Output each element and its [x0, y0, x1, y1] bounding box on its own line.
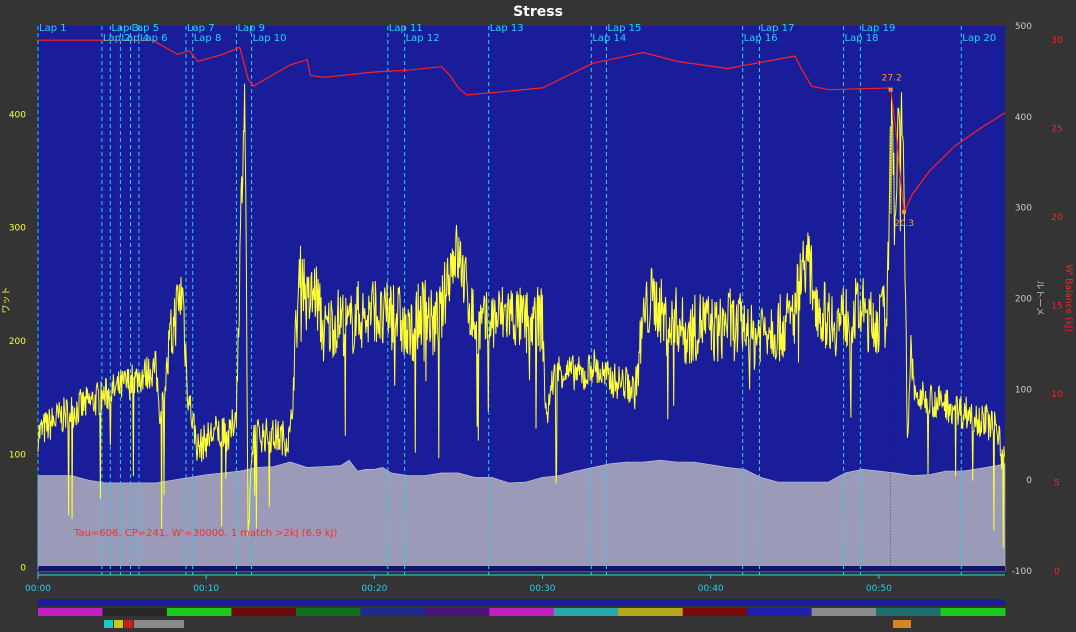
y-right2-tick-label: 0: [1054, 567, 1060, 577]
y-right1-tick-label: 400: [1015, 113, 1032, 123]
y-right1-tick-label: 200: [1015, 295, 1032, 305]
x-tick-label: 00:40: [698, 584, 724, 594]
zone-bar-segment: [682, 608, 748, 616]
y-right2-tick-label: 15: [1051, 302, 1062, 312]
y-right2-tick-label: 25: [1051, 125, 1062, 135]
lap-label: Lap 8: [194, 33, 222, 44]
y-right1-tick-label: 0: [1026, 476, 1032, 486]
y-right2-tick-label: 30: [1051, 36, 1063, 46]
y-right1-tick-label: 500: [1015, 22, 1032, 32]
chart-title: Stress: [513, 4, 563, 20]
x-tick-label: 00:50: [866, 584, 892, 594]
y-right1-axis-title: ルトーメ: [1034, 280, 1044, 316]
zone-bar-segment: [876, 608, 942, 616]
lap-label: Lap 1: [39, 23, 67, 34]
zone-bar-segment: [360, 608, 426, 616]
x-tick-label: 00:30: [530, 584, 556, 594]
zone-bar-segment: [166, 608, 232, 616]
x-tick-label: 00:20: [361, 584, 387, 594]
wbal-marker-label: 27.2: [882, 74, 902, 84]
lap-label: Lap 16: [744, 33, 778, 44]
secondary-bar-segment: [134, 620, 184, 628]
lap-label: Lap 18: [845, 33, 879, 44]
x-tick-label: 00:10: [193, 584, 219, 594]
zone-bar-segment: [295, 608, 361, 616]
y-right2-tick-label: 10: [1051, 390, 1063, 400]
wbal-marker: [902, 209, 907, 214]
lap-label: Lap 10: [253, 33, 287, 44]
zone-bar-segment: [231, 608, 297, 616]
y-right1-tick-label: -100: [1012, 567, 1033, 577]
zone-bar-segment: [553, 608, 619, 616]
lap-label: Lap 17: [760, 23, 794, 34]
zone-bar-segment: [940, 608, 1006, 616]
lap-label: Lap 14: [592, 33, 626, 44]
zone-bar-segment: [424, 608, 490, 616]
secondary-bar-segment: [114, 620, 123, 628]
secondary-bar-segment: [104, 620, 113, 628]
y-left-tick-label: 200: [9, 337, 26, 347]
wbal-annotation: Tau=606, CP=241, W'=30000, 1 match >2kJ …: [73, 528, 337, 539]
zone-bar-segment: [747, 608, 813, 616]
y-left-tick-label: 0: [20, 564, 26, 574]
zone-bar-segment: [38, 608, 103, 616]
zone-bar-segment: [489, 608, 555, 616]
y-left-tick-label: 400: [9, 110, 26, 120]
lap-label: Lap 15: [607, 23, 641, 34]
secondary-bar-segment: [893, 620, 911, 628]
y-right2-tick-label: 5: [1054, 479, 1060, 489]
lap-label: Lap 20: [962, 33, 996, 44]
y-left-tick-label: 100: [9, 450, 26, 460]
lap-label: Lap 12: [406, 33, 440, 44]
y-right1-tick-label: 100: [1015, 385, 1032, 395]
wbal-marker-label: 20.3: [894, 219, 914, 229]
zone-bar-segment: [811, 608, 877, 616]
y-right2-axis-title: W' Balance (kJ): [1063, 264, 1073, 332]
secondary-bar-segment: [124, 620, 133, 628]
lap-label: Lap 13: [490, 23, 524, 34]
zone-bar-segment: [102, 608, 168, 616]
y-right2-tick-label: 20: [1051, 213, 1063, 223]
interval-strip: [38, 599, 1005, 606]
y-left-tick-label: 300: [9, 224, 26, 234]
lap-label: Lap 19: [861, 23, 895, 34]
x-tick-label: 00:00: [25, 584, 51, 594]
zone-bar-segment: [618, 608, 684, 616]
lap-label: Lap 6: [140, 33, 168, 44]
y-right1-tick-label: 300: [1015, 204, 1032, 214]
y-left-axis-title: ワット: [2, 286, 12, 313]
stress-chart: Stress 27.220.3 Lap 1Lap 2Lap 3Lap 4Lap …: [2, 4, 1073, 628]
